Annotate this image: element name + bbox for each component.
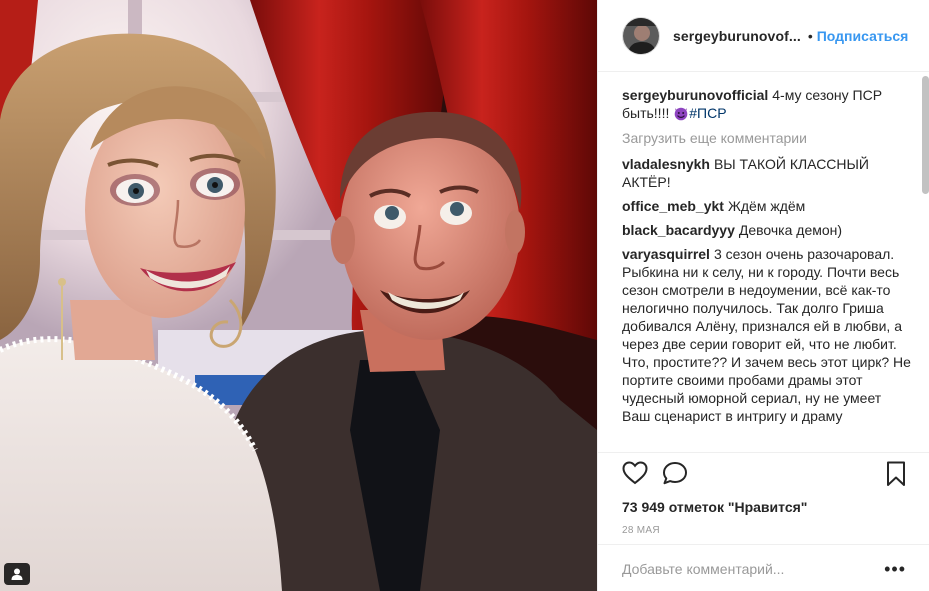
comment-text: 3 сезон очень разочаровал. Рыбкина ни к … [622,246,911,424]
comment-username[interactable]: office_meb_ykt [622,198,724,214]
likes-count[interactable]: 73 949 отметок "Нравится" [622,499,906,515]
more-options-button[interactable]: ••• [884,560,906,578]
post-date[interactable]: 28 мая [622,525,906,536]
comment-item: office_meb_ykt Ждём ждём [622,197,912,215]
smiling-devil-emoji-icon [673,105,689,121]
avatar[interactable] [622,16,660,55]
comment-item: varyasquirrel 3 сезон очень разочаровал. … [622,245,912,425]
header-username[interactable]: sergeyburunovof... [673,28,801,44]
scrollbar-thumb[interactable] [922,76,929,194]
follow-button[interactable]: Подписаться [817,28,909,44]
post-actions: 73 949 отметок "Нравится" 28 мая ••• [598,452,929,591]
comment-text: Девочка демон) [738,222,843,238]
caption-hashtag[interactable]: #ПСР [689,105,726,121]
bookmark-icon[interactable] [886,461,906,492]
caption: sergeyburunovofficial 4-му сезону ПСР быт… [622,86,912,122]
separator-dot: • [807,27,813,44]
comment-item: black_bacardyyy Девочка демон) [622,221,912,239]
comments-list: sergeyburunovofficial 4-му сезону ПСР быт… [622,86,912,452]
comment-username[interactable]: black_bacardyyy [622,222,735,238]
add-comment-input[interactable] [622,560,862,577]
speech-bubble-icon[interactable] [662,461,688,490]
action-bar [622,453,906,497]
photo-illustration [0,0,597,591]
post-sidebar: sergeyburunovof... • Подписаться sergeyb… [597,0,929,591]
comments-scrollbar[interactable] [922,74,929,452]
heart-icon[interactable] [622,461,648,490]
comment-username[interactable]: vladalesnykh [622,156,710,172]
user-tag-button[interactable] [4,563,30,585]
comment-item: vladalesnykh ВЫ ТАКОЙ КЛАССНЫЙ АКТЁР! [622,155,912,191]
post-photo[interactable] [0,0,597,591]
post-header: sergeyburunovof... • Подписаться [598,0,929,72]
person-tag-icon [10,567,24,581]
load-more-comments[interactable]: Загрузить еще комментарии [622,129,912,147]
comment-text: Ждём ждём [727,198,806,214]
comment-username[interactable]: varyasquirrel [622,246,710,262]
add-comment-bar: ••• [598,544,929,591]
caption-username[interactable]: sergeyburunovofficial [622,87,768,103]
